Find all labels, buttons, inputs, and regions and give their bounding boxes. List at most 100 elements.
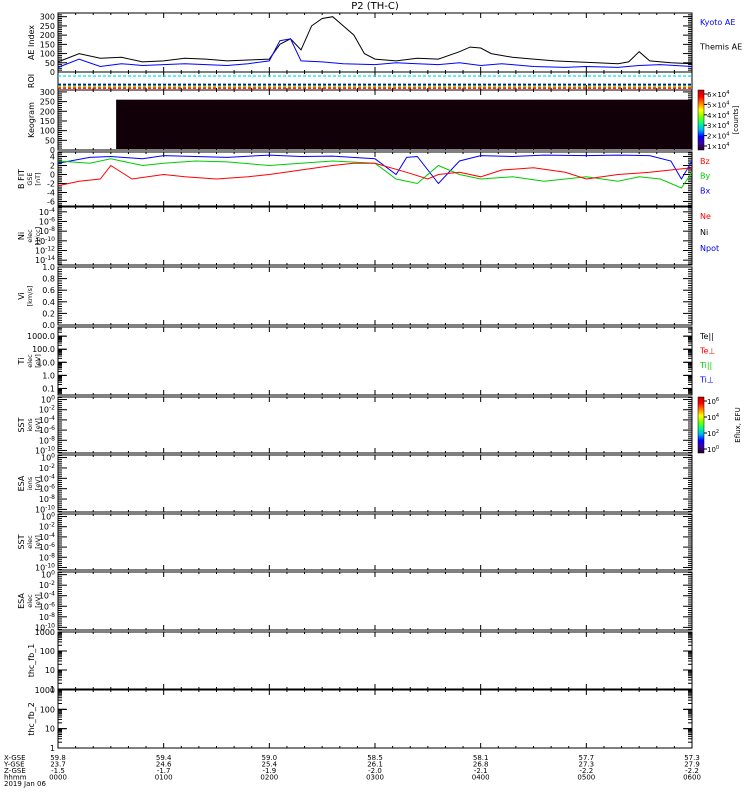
panel-ti: Ti elec [eV]0.11.010.0100.01000.0 Te||Te⊥Ti… — [17, 326, 715, 396]
y-tick-label: 50 — [45, 136, 55, 145]
panel-ae: AE Index 050100150200250300 Kyoto AE Themis… — [27, 12, 742, 77]
series-line-bx — [57, 154, 693, 185]
ephemeris-footer: X-GSEY-GSEZ-GSEhhmm2019 Jan 0659.823.7-1… — [3, 754, 701, 788]
y-tick-label: 100 — [40, 127, 55, 136]
y-tick-label: 10-2 — [39, 405, 55, 415]
tick-exponent: -6 — [49, 425, 55, 432]
panel-keogram: Keogram0501001502002503001×1042×1043×104… — [27, 88, 740, 155]
y-axis-label-line: [km/s] — [26, 286, 34, 307]
tick-exponent: -12 — [45, 246, 55, 253]
panel-fb1: thc_fb_11101001000 — [27, 628, 693, 694]
y-tick-label: 10-10 — [35, 236, 55, 246]
y-tick-label: 10-12 — [35, 246, 55, 256]
y-axis-label-line: SST — [17, 417, 26, 432]
y-tick-label: 1.0 — [42, 371, 55, 380]
legend-label: Bz — [700, 157, 710, 166]
y-tick-label: 0.8 — [42, 275, 55, 284]
y-axis-label-line: SST — [17, 534, 26, 549]
panel-esa-elec: ESA elec [eV]10010-210-410-610-810-10 — [17, 570, 693, 632]
y-tick-label: 10-6 — [39, 484, 55, 494]
y-tick-label: 10 — [45, 666, 55, 675]
y-tick-label: 10-8 — [39, 612, 55, 622]
tick-exponent: 0 — [51, 570, 55, 577]
y-axis-label-line: Ti — [17, 358, 26, 366]
y-tick-label: 1000.0 — [27, 332, 55, 341]
y-axis-label-line: elec — [26, 229, 34, 243]
footer-value: 0400 — [472, 774, 490, 782]
panel-sst-elec: SST elec [eV]10010-210-410-610-810-10 — [17, 512, 693, 572]
y-tick-label: 10-2 — [39, 522, 55, 532]
tick-exponent: 6 — [716, 397, 719, 403]
y-tick-label: 100 — [40, 50, 55, 59]
tick-exponent: 0 — [51, 453, 55, 460]
keogram-image — [116, 99, 692, 149]
panel-frame — [57, 631, 693, 690]
tick-exponent: -8 — [49, 612, 55, 619]
tick-exponent: 0 — [716, 445, 719, 451]
tick-exponent: -4 — [49, 591, 55, 598]
y-axis-label-line: ESA — [17, 475, 26, 491]
y-tick-label: 10-2 — [39, 463, 55, 473]
colorbar-tick-label: 6×104 — [707, 90, 729, 99]
legend-label: Npot — [700, 244, 719, 253]
tick-exponent: -4 — [49, 532, 55, 539]
colorbar-label: [counts] — [732, 105, 740, 134]
y-tick-label: 1000 — [35, 628, 55, 637]
y-tick-label: 10-4 — [39, 207, 55, 217]
y-tick-label: -6 — [47, 198, 55, 207]
y-tick-label: 100 — [41, 570, 55, 580]
y-tick-label: 50 — [45, 59, 55, 68]
colorbar-tick-label: 4×104 — [707, 111, 729, 120]
y-tick-label: 10-6 — [39, 425, 55, 435]
y-tick-label: 4 — [50, 153, 55, 162]
panel-frame — [57, 689, 693, 749]
colorbar-label: Eflux, EFU — [734, 407, 742, 442]
legend-label: By — [700, 172, 710, 181]
panel-ni: Ni elec [1/cc]10-410-610-810-1010-1210-14N… — [17, 206, 719, 266]
legend-label: Te|| — [699, 332, 714, 341]
y-tick-label: 2 — [50, 162, 55, 171]
tick-exponent: -4 — [49, 473, 55, 480]
panel-frame — [57, 454, 693, 513]
y-axis-label: thc_fb_2 — [27, 702, 36, 736]
y-tick-label: 1.0 — [42, 263, 55, 272]
y-tick-label: 10-2 — [39, 580, 55, 590]
tick-exponent: 0 — [51, 395, 55, 402]
y-axis-label-line: elec — [26, 354, 34, 368]
y-tick-label: 1 — [50, 744, 55, 753]
panel-frame — [57, 571, 693, 631]
footer-date: 2019 Jan 06 — [4, 780, 47, 788]
legend-label: Ni — [700, 228, 708, 237]
y-axis-label-line: [nT] — [34, 172, 42, 185]
colorbar — [697, 89, 705, 151]
colorbar-tick-label: 100 — [707, 445, 719, 454]
legend-label: Kyoto AE — [700, 18, 735, 27]
y-tick-label: 10-8 — [39, 226, 55, 236]
y-axis-label-line: ions — [26, 476, 34, 490]
y-axis-label-line: ions — [26, 418, 34, 432]
tick-exponent: 4 — [716, 413, 719, 419]
series-line-themis-ae — [57, 16, 693, 65]
y-tick-label: 10-8 — [39, 494, 55, 504]
colorbar-tick-label: 1×104 — [707, 142, 729, 151]
tick-exponent: -2 — [49, 405, 55, 412]
panel-fb2: thc_fb_2 1 10 100 1000 — [27, 686, 693, 753]
panel-frame — [57, 396, 693, 454]
tick-exponent: -10 — [45, 236, 55, 243]
y-tick-label: 0 — [50, 171, 55, 180]
tick-exponent: -4 — [49, 207, 55, 214]
tick-exponent: -6 — [49, 484, 55, 491]
legend-label: Themis AE — [699, 43, 742, 52]
tick-exponent: 4 — [726, 111, 729, 117]
legend-label: Ti⊥ — [699, 376, 714, 385]
y-axis-label: ROI — [27, 74, 36, 88]
y-tick-label: 0.2 — [42, 309, 55, 318]
colorbar — [697, 396, 705, 454]
y-axis-label-line: Vi — [17, 292, 26, 300]
y-axis-label: Vi [km/s] — [17, 286, 34, 307]
tick-exponent: -8 — [49, 435, 55, 442]
footer-value: 0300 — [366, 774, 384, 782]
y-axis-label-line: Keogram — [27, 102, 36, 138]
tick-exponent: -6 — [49, 217, 55, 224]
y-axis-label: thc_fb_1 — [27, 644, 36, 678]
